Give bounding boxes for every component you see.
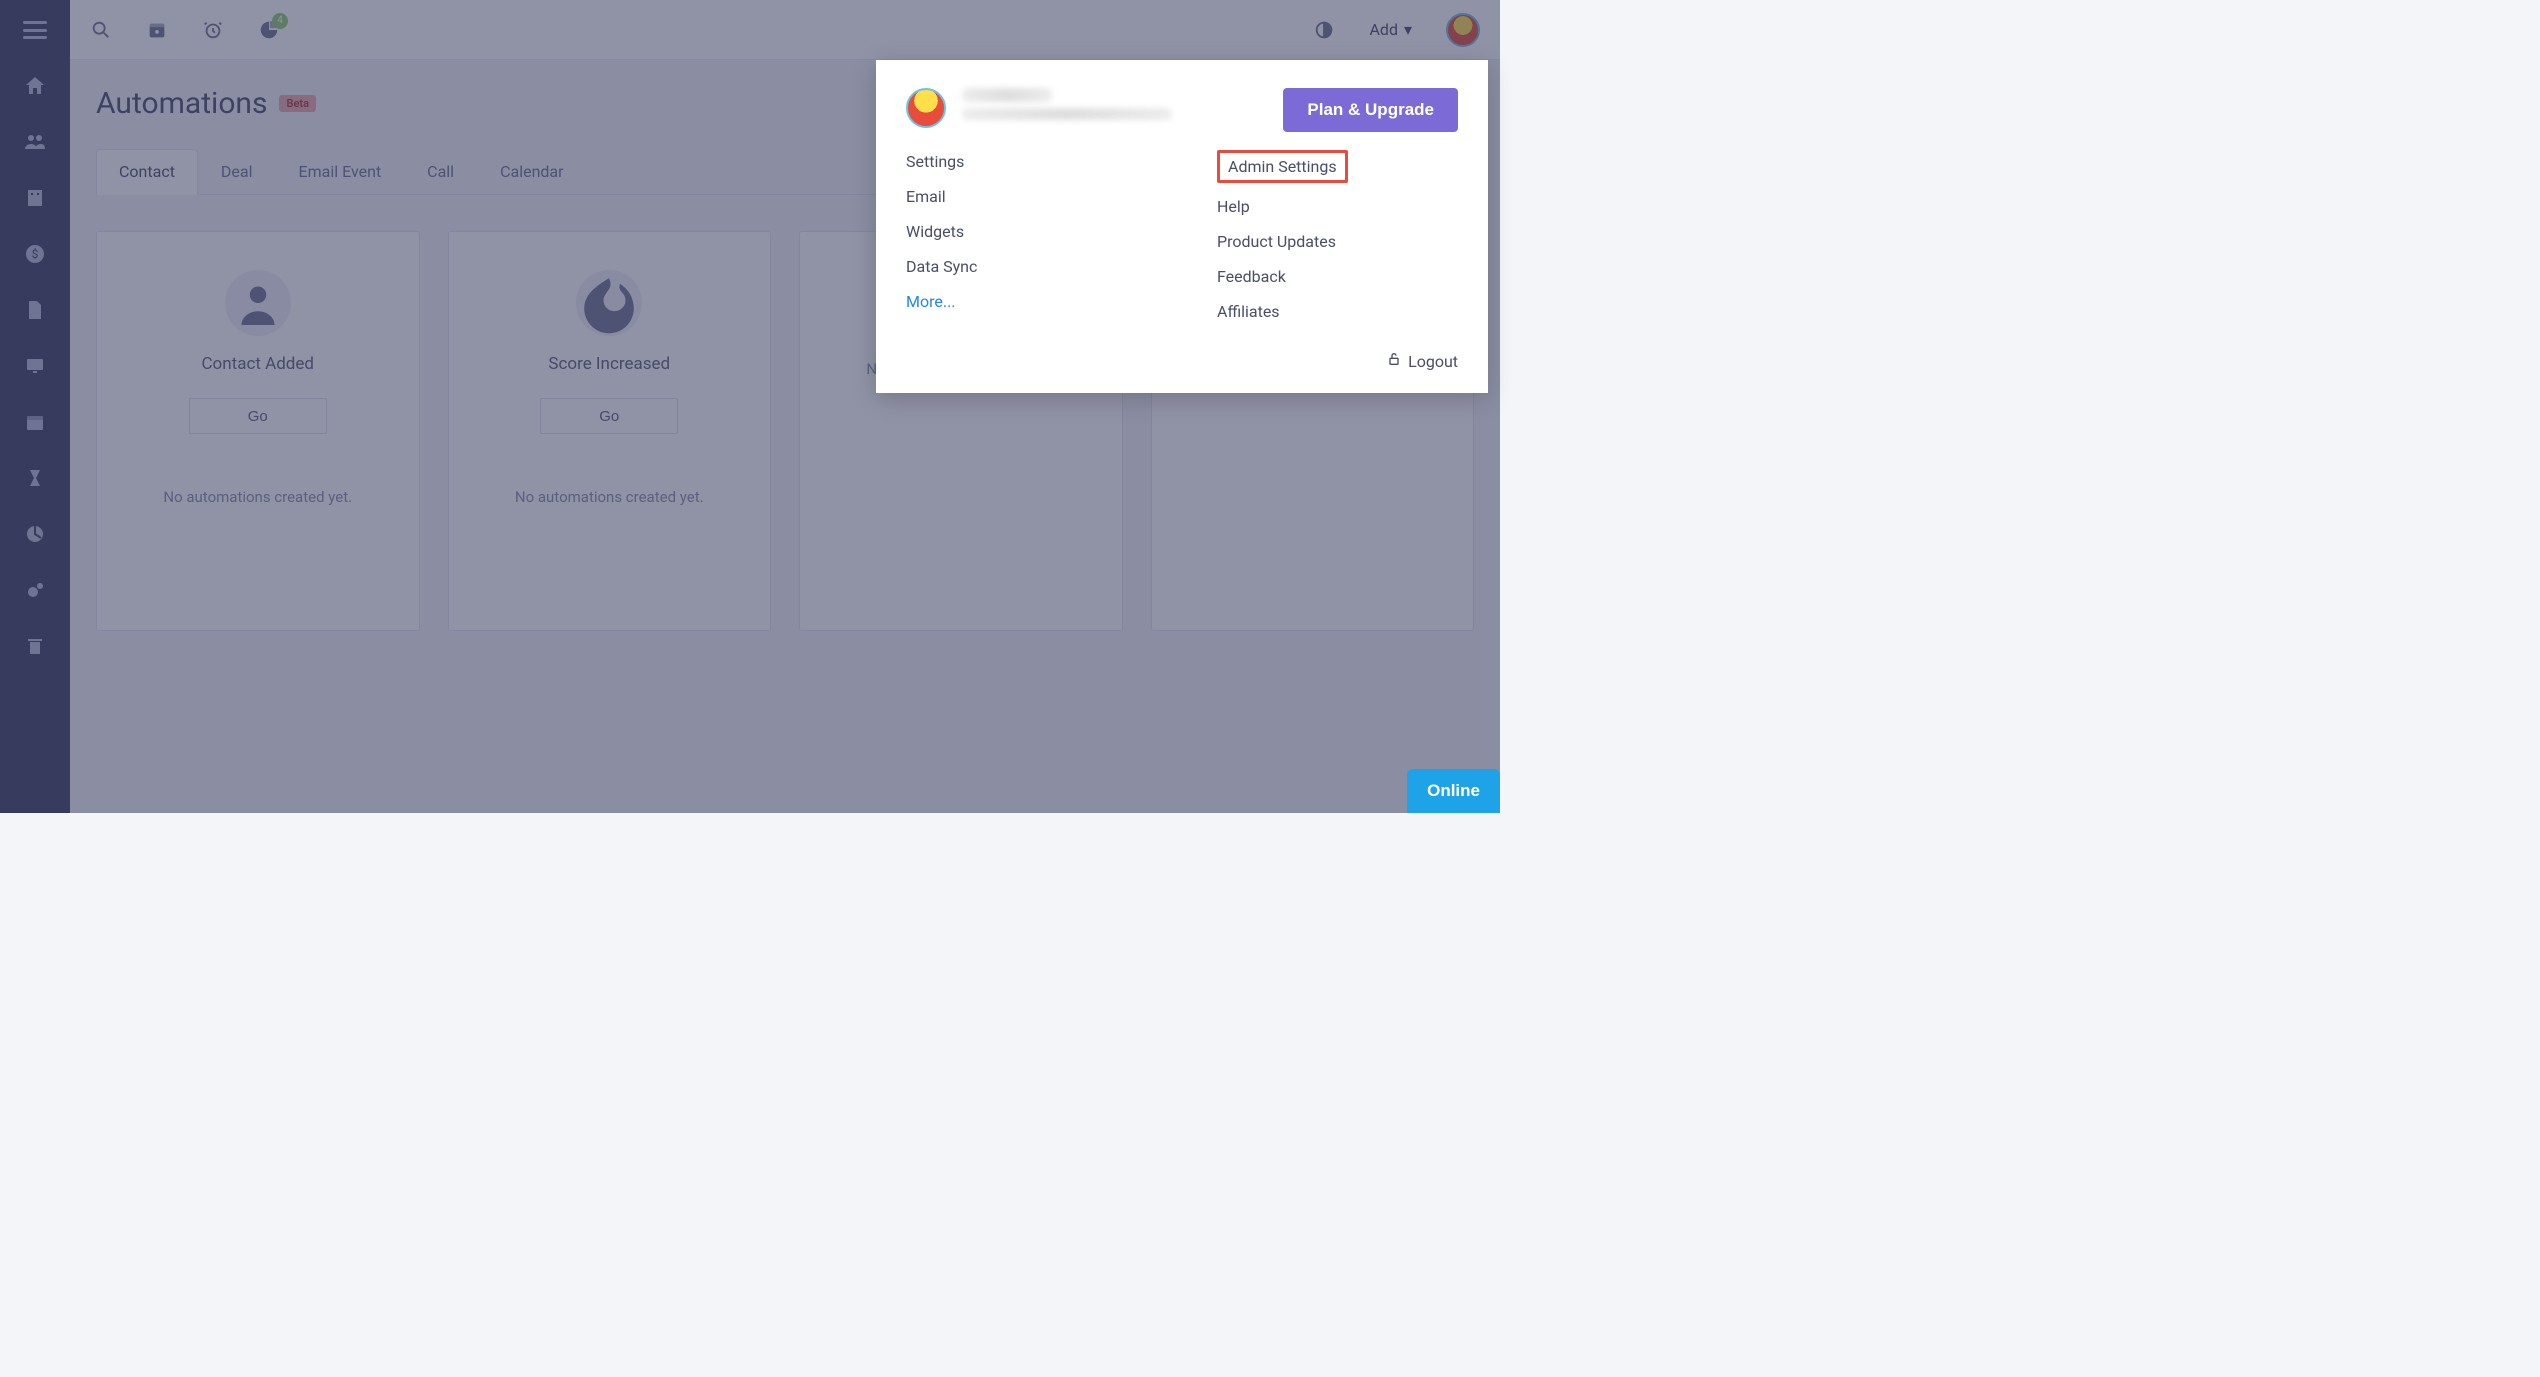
- menu-feedback[interactable]: Feedback: [1217, 265, 1458, 288]
- user-menu-panel: Plan & Upgrade Settings Email Widgets Data …: [876, 60, 1488, 393]
- menu-admin-settings[interactable]: Admin Settings: [1217, 150, 1348, 183]
- avatar-large: [906, 88, 946, 128]
- user-info: [962, 88, 1267, 120]
- menu-email[interactable]: Email: [906, 185, 1147, 208]
- lock-icon: [1386, 351, 1402, 371]
- logout-button[interactable]: Logout: [906, 351, 1458, 371]
- menu-settings[interactable]: Settings: [906, 150, 1147, 173]
- panel-links-left: Settings Email Widgets Data Sync More...: [906, 150, 1147, 323]
- menu-data-sync[interactable]: Data Sync: [906, 255, 1147, 278]
- plan-upgrade-button[interactable]: Plan & Upgrade: [1283, 88, 1458, 132]
- menu-affiliates[interactable]: Affiliates: [1217, 300, 1458, 323]
- panel-links-right: Admin Settings Help Product Updates Feedbac…: [1217, 150, 1458, 323]
- menu-more-[interactable]: More...: [906, 290, 1147, 313]
- menu-widgets[interactable]: Widgets: [906, 220, 1147, 243]
- menu-help[interactable]: Help: [1217, 195, 1458, 218]
- logout-label: Logout: [1408, 352, 1458, 371]
- user-email-redacted: [962, 108, 1172, 120]
- menu-product-updates[interactable]: Product Updates: [1217, 230, 1458, 253]
- user-name-redacted: [962, 88, 1052, 102]
- online-chat-button[interactable]: Online: [1407, 769, 1500, 813]
